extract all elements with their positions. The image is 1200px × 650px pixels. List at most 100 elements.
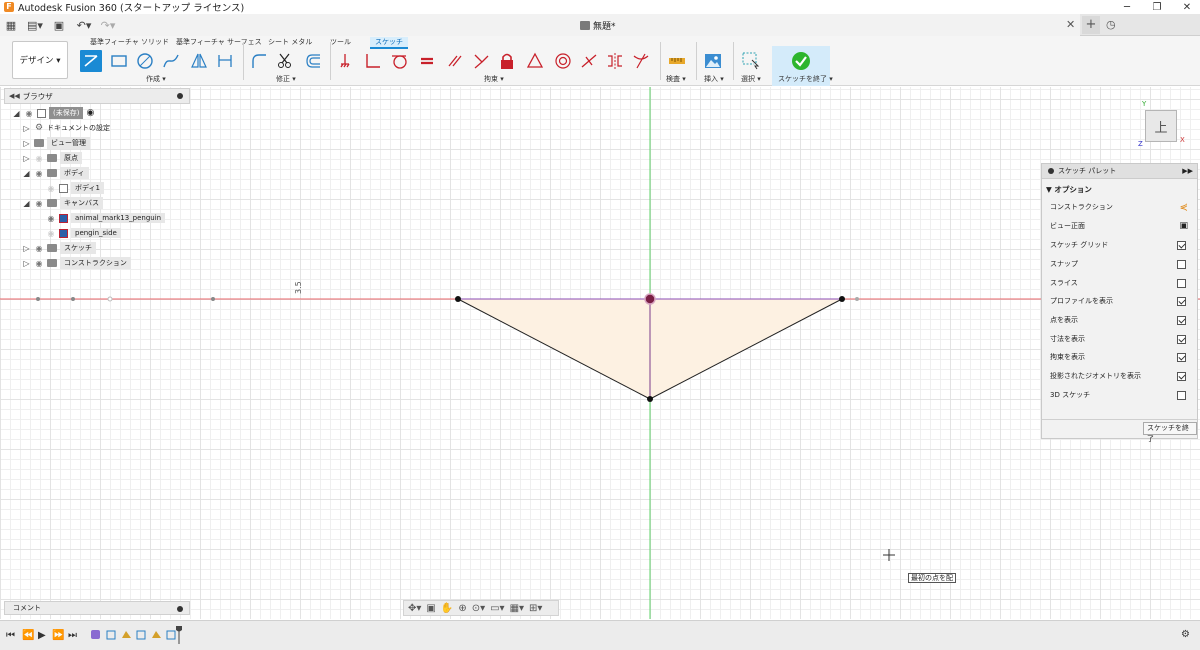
- browser-root-row[interactable]: ◢ ◉ (未保存) ◉: [12, 106, 94, 120]
- viewports-icon[interactable]: ⊞▾: [529, 603, 542, 614]
- slice-checkbox[interactable]: [1177, 278, 1186, 288]
- browser-item-body1[interactable]: ◉ ボディ1: [46, 181, 104, 195]
- workspace-switcher-button[interactable]: デザイン ▾: [12, 41, 68, 79]
- visibility-eye-icon[interactable]: ◉: [46, 214, 56, 223]
- visibility-eye-icon[interactable]: ◉: [34, 154, 44, 163]
- expanded-triangle-icon[interactable]: ◢: [12, 109, 21, 118]
- symmetry-constraint-button[interactable]: [604, 50, 626, 72]
- visibility-eye-icon[interactable]: ◉: [46, 229, 56, 238]
- finish-sketch-button[interactable]: [790, 50, 812, 72]
- browser-item-canvas-penguin[interactable]: ◉ animal_mark13_penguin: [46, 211, 166, 225]
- collapsed-triangle-icon[interactable]: ▷: [22, 124, 31, 133]
- group-constraints-label[interactable]: 拘束 ▾: [484, 74, 504, 84]
- expand-arrows-icon[interactable]: ▶▶: [1182, 167, 1193, 175]
- show-projected-checkbox[interactable]: [1177, 371, 1186, 381]
- show-constraints-checkbox[interactable]: [1177, 352, 1186, 362]
- timeline-canvas-icon[interactable]: [151, 629, 162, 640]
- visibility-eye-icon[interactable]: ◉: [34, 259, 44, 268]
- lock-constraint-button[interactable]: [496, 50, 518, 72]
- collapsed-triangle-icon[interactable]: ▷: [22, 244, 31, 253]
- redo-icon[interactable]: ↷▾: [98, 18, 118, 32]
- zoom-icon[interactable]: ⊕: [458, 603, 466, 614]
- palette-header[interactable]: スケッチ パレット ▶▶: [1042, 164, 1197, 179]
- new-tab-button[interactable]: +: [1082, 16, 1100, 34]
- timeline-canvas-icon[interactable]: [121, 629, 132, 640]
- dimension-line-tool-button[interactable]: [214, 50, 236, 72]
- file-menu-icon[interactable]: ▤▾: [26, 18, 44, 32]
- tab-sketch[interactable]: スケッチ: [370, 37, 408, 49]
- palette-row-construction[interactable]: コンストラクション ⋞: [1050, 198, 1190, 216]
- circle-tool-button[interactable]: [134, 50, 156, 72]
- palette-row-slice[interactable]: スライス: [1050, 274, 1190, 292]
- zoom-window-icon[interactable]: ⊙▾: [472, 603, 485, 614]
- palette-pin-icon[interactable]: [1048, 168, 1054, 174]
- browser-item-sketches[interactable]: ▷ ◉ スケッチ: [22, 241, 96, 255]
- group-modify-label[interactable]: 修正 ▾: [276, 74, 296, 84]
- tab-tools[interactable]: ツール: [330, 37, 351, 47]
- tangent-constraint-button[interactable]: [388, 50, 410, 72]
- viewcube[interactable]: 上: [1145, 110, 1177, 142]
- undo-icon[interactable]: ↶▾: [74, 18, 94, 32]
- close-tab-icon[interactable]: ✕: [1066, 18, 1075, 31]
- browser-item-canvases[interactable]: ◢ ◉ キャンバス: [22, 196, 103, 210]
- timeline-previous-icon[interactable]: ⏪: [22, 630, 34, 641]
- group-inspect-label[interactable]: 検査 ▾: [666, 74, 686, 84]
- tab-surface[interactable]: 基準フィーチャ サーフェス: [176, 37, 262, 47]
- browser-panel-header[interactable]: ◀◀ ブラウザ: [4, 88, 190, 104]
- equal-constraint-button[interactable]: [416, 50, 438, 72]
- timeline-next-icon[interactable]: ⏩: [52, 630, 64, 641]
- close-window-button[interactable]: ✕: [1172, 0, 1200, 14]
- palette-row-show-constraints[interactable]: 拘束を表示: [1050, 348, 1190, 366]
- look-at-icon[interactable]: ▣: [1179, 221, 1188, 231]
- palette-finish-sketch-button[interactable]: スケッチを終了: [1143, 422, 1197, 443]
- browser-item-bodies[interactable]: ◢ ◉ ボディ: [22, 166, 89, 180]
- browser-item-document-settings[interactable]: ▷ ⚙ ドキュメントの設定: [22, 121, 110, 135]
- show-points-checkbox[interactable]: [1177, 315, 1186, 325]
- timeline-marker-icon[interactable]: [176, 626, 182, 644]
- browser-item-construction[interactable]: ▷ ◉ コンストラクション: [22, 256, 131, 270]
- parallel-constraint-button[interactable]: [444, 50, 466, 72]
- collapse-arrows-icon[interactable]: ◀◀: [9, 92, 20, 100]
- collapsed-triangle-icon[interactable]: ▷: [22, 154, 31, 163]
- browser-item-canvas-side[interactable]: ◉ pengin_side: [46, 226, 121, 240]
- snap-checkbox[interactable]: [1177, 259, 1186, 269]
- sketch-grid-checkbox[interactable]: [1177, 240, 1186, 250]
- sketch-canvas[interactable]: 3.5: [0, 87, 1200, 619]
- palette-row-3d-sketch[interactable]: 3D スケッチ: [1050, 386, 1190, 404]
- job-status-icon[interactable]: ◷: [1106, 18, 1116, 31]
- group-select-label[interactable]: 選択 ▾: [741, 74, 761, 84]
- document-tab[interactable]: [0, 14, 1080, 36]
- palette-row-show-projected[interactable]: 投影されたジオメトリを表示: [1050, 367, 1190, 385]
- timeline-component-icon[interactable]: [90, 629, 101, 640]
- palette-row-snap[interactable]: スナップ: [1050, 255, 1190, 273]
- visibility-eye-icon[interactable]: ◉: [46, 184, 56, 193]
- timeline-play-icon[interactable]: ▶: [38, 630, 46, 641]
- rectangle-tool-button[interactable]: [108, 50, 130, 72]
- visibility-eye-icon[interactable]: ◉: [34, 169, 44, 178]
- sketch-graphics[interactable]: 3.5: [0, 87, 1200, 619]
- collapsed-triangle-icon[interactable]: ▷: [22, 259, 31, 268]
- select-tool-button[interactable]: [740, 50, 762, 72]
- expanded-triangle-icon[interactable]: ◢: [22, 169, 31, 178]
- timeline-settings-gear-icon[interactable]: ⚙: [1181, 629, 1190, 640]
- coincident-constraint-button[interactable]: [470, 50, 492, 72]
- visibility-eye-icon[interactable]: ◉: [34, 244, 44, 253]
- concentric-constraint-button[interactable]: [552, 50, 574, 72]
- grid-settings-icon[interactable]: ▦▾: [510, 603, 524, 614]
- visibility-eye-icon[interactable]: ◉: [24, 109, 34, 118]
- activate-radio-icon[interactable]: ◉: [86, 108, 94, 118]
- show-profile-checkbox[interactable]: [1177, 296, 1186, 306]
- midpoint-constraint-button[interactable]: [578, 50, 600, 72]
- minimize-button[interactable]: ─: [1112, 0, 1142, 14]
- fix-constraint-button[interactable]: [334, 50, 356, 72]
- look-at-nav-icon[interactable]: ▣: [426, 603, 435, 614]
- palette-row-show-points[interactable]: 点を表示: [1050, 311, 1190, 329]
- tab-sheet-metal[interactable]: シート メタル: [268, 37, 312, 47]
- perpendicular-constraint-button[interactable]: [362, 50, 384, 72]
- insert-canvas-button[interactable]: [702, 50, 724, 72]
- comments-panel-header[interactable]: コメント: [4, 601, 190, 615]
- group-finish-label[interactable]: スケッチを終了 ▾: [778, 74, 833, 84]
- palette-row-show-dimensions[interactable]: 寸法を表示: [1050, 330, 1190, 348]
- construction-toggle-icon[interactable]: ⋞: [1180, 202, 1188, 213]
- group-create-label[interactable]: 作成 ▾: [146, 74, 166, 84]
